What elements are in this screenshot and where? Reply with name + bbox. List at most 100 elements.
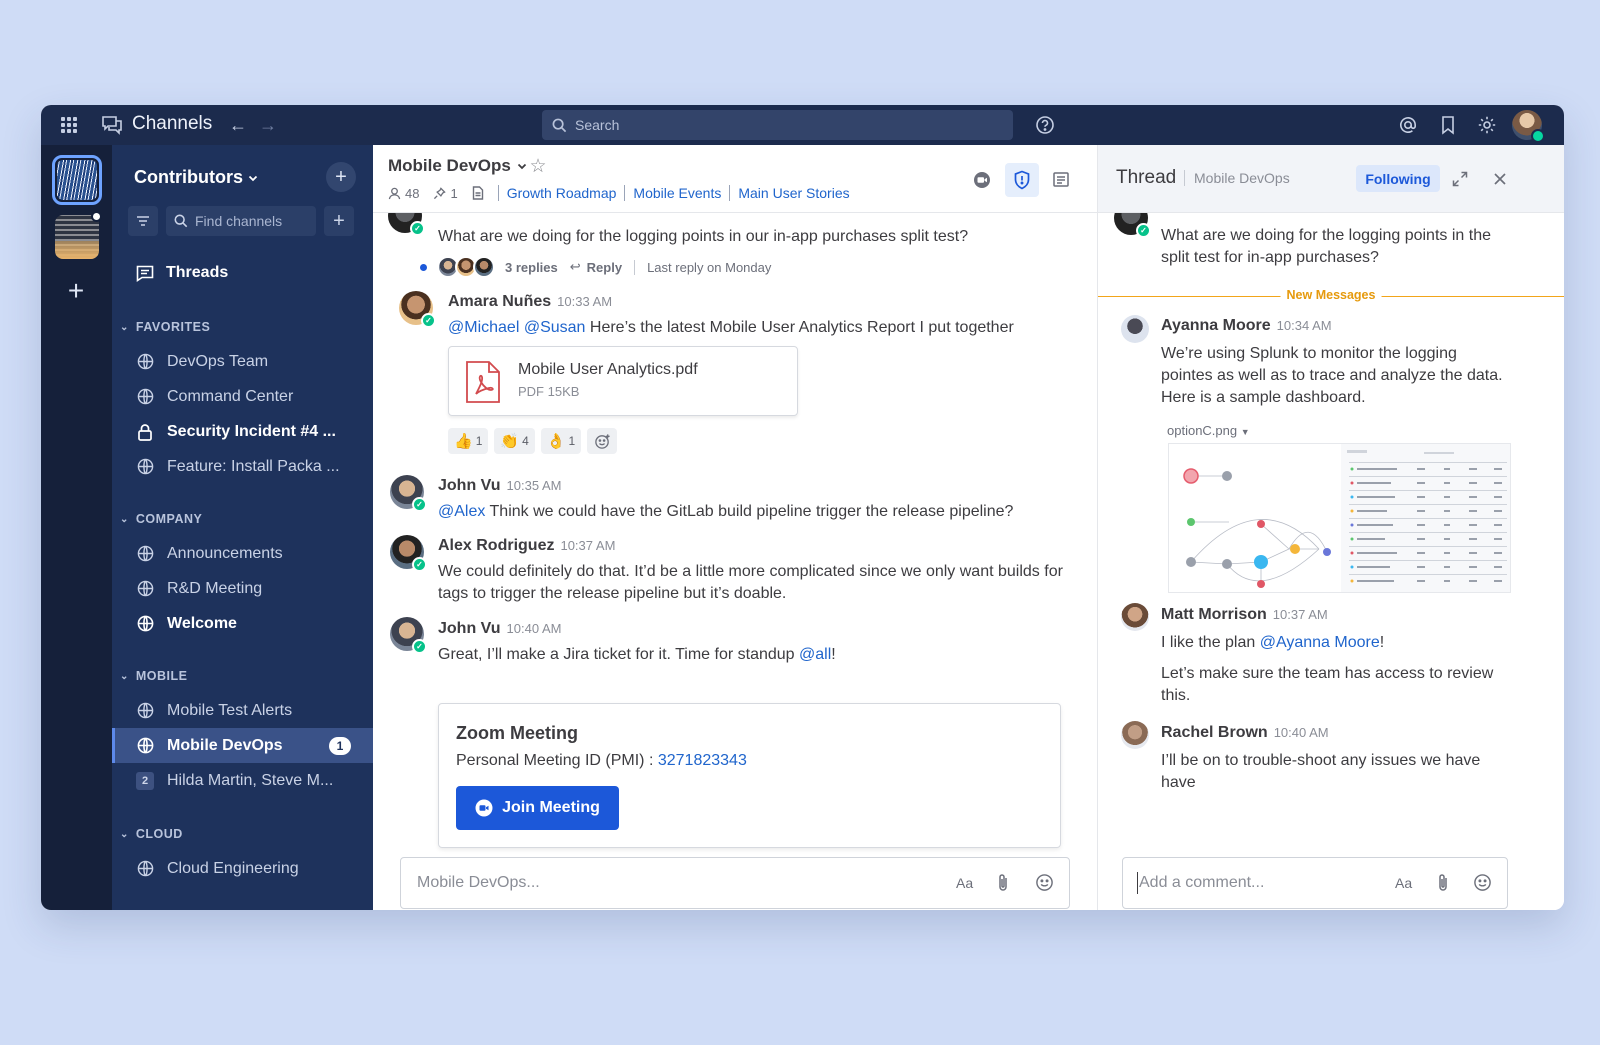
mentions-icon[interactable] bbox=[1397, 114, 1419, 136]
dashboard-image-preview[interactable] bbox=[1168, 443, 1511, 593]
sidebar-item-cloud-engineering[interactable]: Cloud Engineering bbox=[112, 851, 373, 886]
expand-icon[interactable] bbox=[1448, 167, 1472, 191]
forward-arrow-icon[interactable]: → bbox=[257, 114, 279, 136]
message-composer[interactable]: Mobile DevOps... Aa bbox=[400, 857, 1070, 909]
section-mobile[interactable]: ⌄ MOBILE bbox=[112, 666, 373, 686]
channel-name-menu[interactable]: Mobile DevOps bbox=[388, 156, 528, 176]
user-avatar[interactable] bbox=[1512, 110, 1545, 143]
following-button[interactable]: Following bbox=[1356, 165, 1440, 192]
thread-header: Thread Mobile DevOps Following bbox=[1098, 145, 1564, 213]
sidebar-item-rd-meeting[interactable]: R&D Meeting bbox=[112, 571, 373, 606]
pinned-count[interactable]: 1 bbox=[433, 186, 458, 201]
avatar[interactable] bbox=[1121, 721, 1149, 749]
author-name[interactable]: Matt Morrison bbox=[1161, 606, 1267, 623]
post-time[interactable]: 10:34 AM bbox=[1277, 318, 1332, 333]
avatar[interactable] bbox=[1121, 315, 1149, 343]
sidebar-item-announcements[interactable]: Announcements bbox=[112, 536, 373, 571]
emoji-icon[interactable] bbox=[1035, 873, 1054, 897]
author-name[interactable]: Ayanna Moore bbox=[1161, 317, 1271, 334]
sidebar-item-mobile-test-alerts[interactable]: Mobile Test Alerts bbox=[112, 693, 373, 728]
sidebar-item-security-incident[interactable]: Security Incident #4 ... bbox=[112, 414, 373, 449]
emoji-icon[interactable] bbox=[1473, 873, 1492, 897]
bookmark-growth-roadmap[interactable]: Growth Roadmap bbox=[497, 185, 625, 201]
avatar[interactable]: ✓ bbox=[399, 291, 436, 328]
mention-link[interactable]: @all bbox=[799, 646, 831, 663]
gear-icon[interactable] bbox=[1476, 114, 1498, 136]
add-channel-button[interactable]: + bbox=[324, 206, 354, 236]
reply-button[interactable]: Reply bbox=[587, 260, 622, 275]
avatar[interactable]: ✓ bbox=[1114, 213, 1151, 238]
comment-composer[interactable]: Add a comment... Aa bbox=[1122, 857, 1508, 909]
post-time[interactable]: 10:33 AM bbox=[557, 294, 612, 309]
channel-label: Hilda Martin, Steve M... bbox=[167, 771, 334, 789]
global-search-input[interactable]: Search bbox=[542, 110, 1013, 140]
mention-link[interactable]: @Ayanna Moore bbox=[1260, 634, 1380, 651]
thread-channel-name[interactable]: Mobile DevOps bbox=[1184, 170, 1290, 186]
author-name[interactable]: John Vu bbox=[438, 477, 501, 494]
add-reaction-icon[interactable] bbox=[587, 428, 618, 454]
favorite-star-icon[interactable]: ☆ bbox=[527, 155, 549, 177]
mention-link[interactable]: @Alex bbox=[438, 503, 485, 520]
avatar[interactable]: ✓ bbox=[388, 213, 425, 236]
image-attachment-name[interactable]: optionC.png ▼ bbox=[1167, 423, 1250, 438]
replies-link[interactable]: 3 replies bbox=[505, 260, 558, 275]
section-favorites[interactable]: ⌄ FAVORITES bbox=[112, 317, 373, 337]
post-time[interactable]: 10:35 AM bbox=[507, 478, 562, 493]
section-cloud[interactable]: ⌄ CLOUD bbox=[112, 824, 373, 844]
sidebar-item-threads[interactable]: Threads bbox=[112, 257, 373, 289]
files-icon[interactable] bbox=[472, 186, 484, 200]
add-team-icon[interactable]: + bbox=[63, 277, 89, 305]
team-add-button[interactable]: + bbox=[326, 162, 356, 192]
post-time[interactable]: 10:40 AM bbox=[1274, 725, 1329, 740]
chevron-down-icon: ⌄ bbox=[120, 513, 129, 525]
sidebar-item-feature-install[interactable]: Feature: Install Packa ... bbox=[112, 449, 373, 484]
post-time[interactable]: 10:37 AM bbox=[1273, 607, 1328, 622]
sidebar-item-group-dm[interactable]: 2 Hilda Martin, Steve M... bbox=[112, 763, 373, 798]
call-icon[interactable] bbox=[965, 163, 999, 197]
filter-icon[interactable] bbox=[128, 206, 158, 236]
avatar[interactable] bbox=[1121, 603, 1149, 631]
reaction-ok-hand[interactable]: 👌 1 bbox=[540, 428, 582, 454]
post-time[interactable]: 10:37 AM bbox=[560, 538, 615, 553]
top-bar: Channels ← → Search bbox=[41, 105, 1564, 145]
author-name[interactable]: John Vu bbox=[438, 620, 501, 637]
sidebar-item-mobile-devops[interactable]: Mobile DevOps 1 bbox=[112, 728, 373, 763]
author-name[interactable]: Rachel Brown bbox=[1161, 724, 1268, 741]
post-time[interactable]: 10:40 AM bbox=[507, 621, 562, 636]
product-menu-icon[interactable] bbox=[59, 115, 79, 135]
reaction-clap[interactable]: 👏 4 bbox=[494, 428, 535, 454]
section-company[interactable]: ⌄ COMPANY bbox=[112, 509, 373, 529]
saved-items-icon[interactable] bbox=[1437, 114, 1459, 136]
mention-link[interactable]: @Susan bbox=[524, 319, 586, 336]
team-icon-active[interactable] bbox=[52, 155, 102, 205]
author-name[interactable]: Amara Nuñes bbox=[448, 293, 551, 310]
bookmark-mobile-events[interactable]: Mobile Events bbox=[624, 185, 729, 201]
close-icon[interactable] bbox=[1488, 167, 1512, 191]
member-count[interactable]: 48 bbox=[388, 186, 419, 201]
sidebar-item-devops-team[interactable]: DevOps Team bbox=[112, 344, 373, 379]
avatar[interactable]: ✓ bbox=[390, 617, 427, 654]
author-name[interactable]: Alex Rodriguez bbox=[438, 537, 554, 554]
pmi-link[interactable]: 3271823343 bbox=[658, 752, 747, 769]
attachment-icon[interactable] bbox=[997, 873, 1009, 898]
bookmark-main-user-stories[interactable]: Main User Stories bbox=[729, 185, 857, 201]
reaction-thumbs-up[interactable]: 👍 1 bbox=[448, 428, 489, 454]
formatting-icon[interactable]: Aa bbox=[956, 875, 973, 891]
sidebar-item-welcome[interactable]: Welcome bbox=[112, 606, 373, 641]
team-menu[interactable]: Contributors bbox=[134, 167, 259, 188]
help-icon[interactable] bbox=[1034, 114, 1056, 136]
avatar[interactable]: ✓ bbox=[390, 475, 427, 512]
mention-link[interactable]: @Michael bbox=[448, 319, 519, 336]
team-icon[interactable] bbox=[55, 215, 99, 259]
back-arrow-icon[interactable]: ← bbox=[227, 114, 249, 136]
security-shield-icon[interactable] bbox=[1005, 163, 1039, 197]
attachment-icon[interactable] bbox=[1437, 873, 1449, 898]
channel-info-icon[interactable] bbox=[1044, 163, 1078, 197]
avatar[interactable]: ✓ bbox=[390, 535, 427, 572]
join-meeting-button[interactable]: Join Meeting bbox=[456, 786, 619, 830]
formatting-icon[interactable]: Aa bbox=[1395, 875, 1412, 891]
file-attachment[interactable]: Mobile User Analytics.pdf PDF 15KB bbox=[448, 346, 798, 416]
sidebar-item-command-center[interactable]: Command Center bbox=[112, 379, 373, 414]
channel-label: Feature: Install Packa ... bbox=[167, 457, 340, 475]
find-channels-input[interactable]: Find channels bbox=[166, 206, 316, 236]
